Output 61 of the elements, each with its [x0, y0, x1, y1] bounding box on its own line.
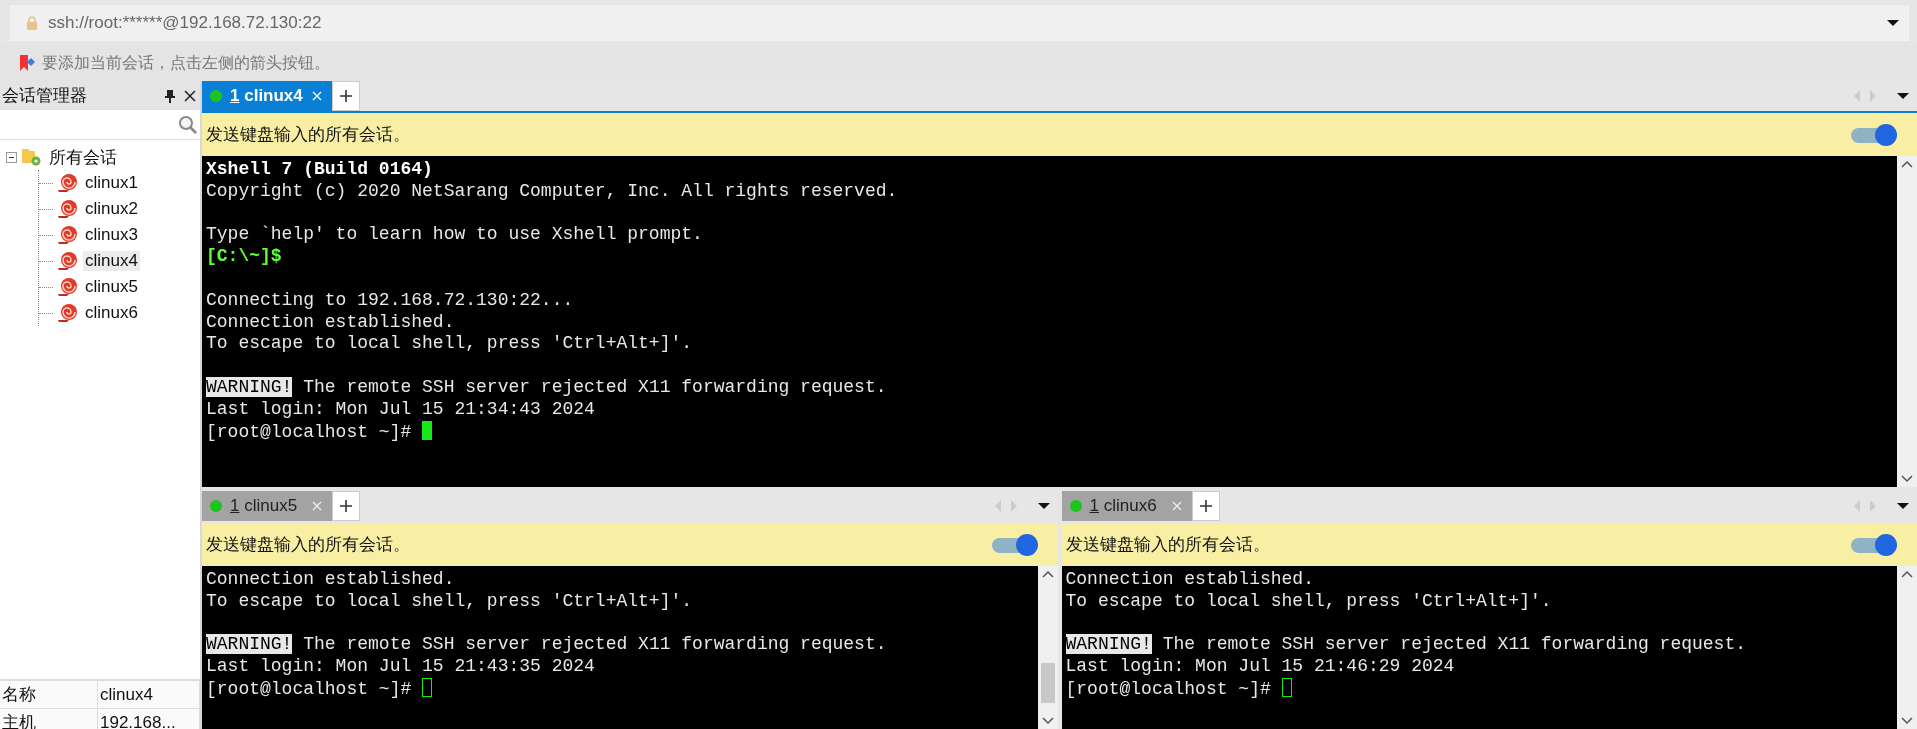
scrollbar[interactable]	[1897, 566, 1917, 729]
tree-item[interactable]: clinux4	[83, 251, 140, 271]
chevron-up-icon[interactable]	[1041, 570, 1054, 578]
toggle-switch[interactable]	[1851, 533, 1897, 556]
snail-icon	[57, 251, 79, 271]
send-all-label: 发送键盘输入的所有会话。	[1065, 534, 1271, 556]
lock-icon	[26, 16, 38, 30]
tab-label: 1 clinux6	[1089, 496, 1158, 516]
new-tab-button[interactable]	[332, 491, 360, 521]
tree-item[interactable]: clinux3	[83, 225, 140, 245]
snail-icon	[57, 277, 79, 297]
session-tab[interactable]: 1 clinux5	[202, 491, 332, 521]
session-tab[interactable]: 1 clinux4	[202, 81, 332, 111]
plus-icon	[339, 89, 353, 103]
pin-icon[interactable]	[164, 88, 176, 103]
snail-icon	[57, 199, 79, 219]
terminal-output: Xshell 7 (Build 0164) Copyright (c) 2020 NetSarang Computer, Inc. All rights reserved. Type `help' to learn how to use Xshell prompt. [C:\~]$ Connecting to 192.168.72.130:22... Connection established. To escape to local shell, press 'Ctrl+Alt+]'. WARNING! The remote SSH server rejected X11 forwarding request. Last login: Mon Jul 15 21:34:43 2024 [root@localhost ~]#	[205, 158, 899, 444]
dropdown-icon[interactable]	[1897, 502, 1909, 510]
snail-icon	[57, 303, 79, 323]
scroll-thumb[interactable]	[1040, 663, 1055, 703]
property-name: 名称	[0, 681, 98, 709]
tree-item[interactable]: clinux5	[83, 277, 140, 297]
tree-item[interactable]: clinux6	[83, 303, 140, 323]
search-icon[interactable]	[178, 114, 198, 135]
terminal-output: Connection established. To escape to local shell, press 'Ctrl+Alt+]'. WARNING! The remote SSH server rejected X11 forwarding request. Last login: Mon Jul 15 21:43:35 2024 [root@localhost ~]#	[205, 568, 888, 701]
chevron-up-icon[interactable]	[1901, 160, 1913, 168]
tree-item[interactable]: 所有会话	[47, 145, 119, 169]
hint-text: 要添加当前会话，点击左侧的箭头按钮。	[42, 52, 330, 73]
dropdown-icon[interactable]	[1897, 92, 1909, 100]
folder-icon	[21, 147, 43, 167]
plus-icon	[1198, 499, 1213, 513]
tree-item[interactable]: clinux2	[83, 199, 140, 219]
terminal-output: Connection established. To escape to local shell, press 'Ctrl+Alt+]'. WARNING! The remote SSH server rejected X11 forwarding request. Last login: Mon Jul 15 21:46:29 2024 [root@localhost ~]#	[1064, 568, 1748, 701]
panel-title: 会话管理器	[2, 85, 88, 107]
tab-label: 1 clinux4	[230, 86, 304, 106]
property-value: clinux4	[98, 681, 200, 709]
send-all-label: 发送键盘输入的所有会话。	[206, 124, 411, 146]
toggle-switch[interactable]	[991, 533, 1038, 556]
session-tab[interactable]: 1 clinux6	[1061, 491, 1192, 521]
bookmark-icon	[18, 54, 36, 72]
new-tab-button[interactable]	[1191, 491, 1220, 521]
chevron-down-icon[interactable]	[1901, 717, 1913, 725]
property-value: 192.168...	[98, 709, 200, 729]
send-all-label: 发送键盘输入的所有会话。	[206, 534, 411, 556]
toggle-switch[interactable]	[1851, 123, 1897, 146]
scrollbar[interactable]	[1037, 566, 1058, 729]
snail-icon	[57, 173, 79, 193]
chevron-down-icon[interactable]	[1901, 475, 1913, 483]
tree-item[interactable]: clinux1	[83, 173, 140, 193]
close-icon[interactable]	[184, 89, 196, 102]
address-field[interactable]: ssh://root:******@192.168.72.130:22	[10, 5, 1909, 41]
dropdown-icon[interactable]	[1037, 502, 1050, 510]
chevron-down-icon[interactable]	[1041, 717, 1054, 725]
scrollbar[interactable]	[1897, 156, 1917, 487]
snail-icon	[57, 225, 79, 245]
collapse-icon[interactable]	[6, 151, 17, 163]
dropdown-icon[interactable]	[1887, 19, 1899, 27]
new-tab-button[interactable]	[332, 81, 360, 111]
tab-label: 1 clinux5	[230, 496, 299, 516]
chevron-up-icon[interactable]	[1901, 570, 1913, 578]
plus-icon	[339, 499, 353, 513]
